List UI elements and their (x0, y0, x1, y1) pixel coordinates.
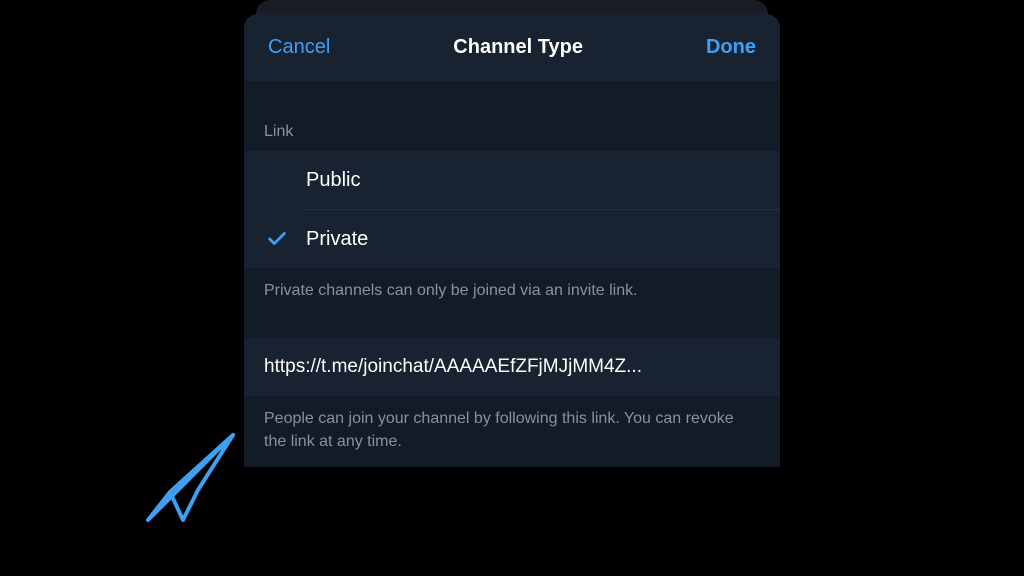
private-description: Private channels can only be joined via … (244, 268, 780, 316)
checkmark-icon (266, 228, 288, 250)
option-label-private: Private (306, 228, 368, 251)
modal-title: Channel Type (453, 36, 583, 59)
invite-link-row[interactable]: https://t.me/joinchat/AAAAAEfZFjMJjMM4Z.… (244, 338, 780, 396)
check-slot-private (266, 228, 306, 250)
send-arrow-icon (128, 420, 248, 540)
cancel-button[interactable]: Cancel (268, 36, 330, 59)
option-public[interactable]: Public (244, 151, 780, 209)
section-gap-2 (244, 316, 780, 338)
option-private[interactable]: Private (244, 210, 780, 268)
done-button[interactable]: Done (706, 36, 756, 59)
channel-type-modal: Cancel Channel Type Done Link Public Pri… (244, 14, 780, 467)
section-gap (244, 81, 780, 113)
section-label-link: Link (244, 113, 780, 151)
modal-header: Cancel Channel Type Done (244, 14, 780, 81)
invite-description: People can join your channel by followin… (244, 396, 780, 467)
option-label-public: Public (306, 169, 360, 192)
